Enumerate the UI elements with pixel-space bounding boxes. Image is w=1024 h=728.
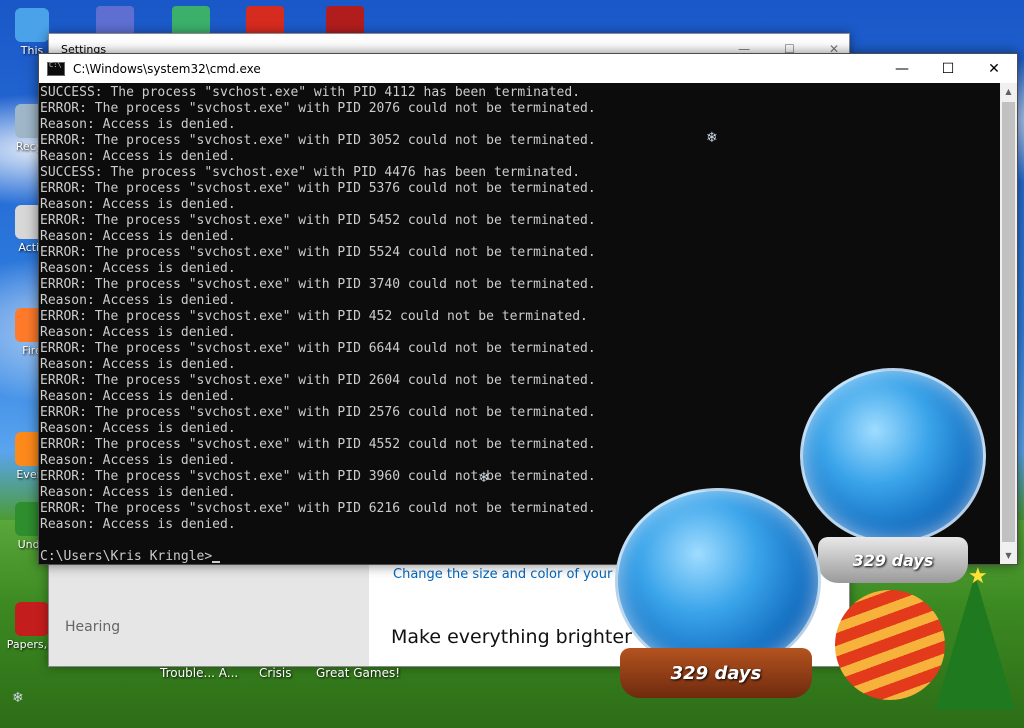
snow-globe-left-counter: 329 days [620, 648, 812, 698]
console-line: ERROR: The process "svchost.exe" with PI… [40, 133, 596, 148]
snow-globe-right[interactable] [800, 368, 986, 544]
console-line: ERROR: The process "svchost.exe" with PI… [40, 101, 596, 116]
game-icon-2[interactable] [172, 6, 210, 36]
scroll-down-icon[interactable]: ▼ [1000, 547, 1017, 564]
console-line: Reason: Access is denied. [40, 117, 236, 132]
console-line: SUCCESS: The process "svchost.exe" with … [40, 165, 581, 180]
console-line: Reason: Access is denied. [40, 325, 236, 340]
snowflake-icon: ❄ [12, 690, 24, 706]
console-line: ERROR: The process "svchost.exe" with PI… [40, 181, 596, 196]
santa-icon[interactable] [326, 6, 364, 36]
console-line: Reason: Access is denied. [40, 293, 236, 308]
desktop-label-great-games[interactable]: Great Games! [316, 666, 400, 680]
make-brighter-heading: Make everything brighter [391, 626, 632, 648]
snowflake-icon: ❄ [706, 130, 718, 146]
console-line: Reason: Access is denied. [40, 229, 236, 244]
scrollbar-thumb[interactable] [1002, 102, 1015, 542]
text-cursor [212, 561, 221, 563]
snow-globe-left[interactable] [615, 488, 821, 674]
desktop-label-crisis[interactable]: Crisis [259, 666, 291, 680]
scroll-up-icon[interactable]: ▲ [1000, 83, 1017, 100]
console-line: ERROR: The process "svchost.exe" with PI… [40, 277, 596, 292]
close-button[interactable]: ✕ [971, 54, 1017, 83]
maximize-button[interactable]: ☐ [925, 54, 971, 83]
console-line: ERROR: The process "svchost.exe" with PI… [40, 245, 596, 260]
star-icon: ★ [968, 564, 988, 589]
console-line: Reason: Access is denied. [40, 149, 236, 164]
candy-decoration [835, 590, 945, 700]
christmas-tree-icon [935, 575, 1015, 710]
vertical-scrollbar[interactable]: ▲ ▼ [1000, 83, 1017, 564]
console-line: Reason: Access is denied. [40, 261, 236, 276]
console-line: SUCCESS: The process "svchost.exe" with … [40, 85, 581, 100]
cmd-app-icon [47, 61, 65, 76]
app-icon [15, 602, 49, 636]
sidebar-section-hearing: Hearing [65, 619, 121, 635]
console-line: ERROR: The process "svchost.exe" with PI… [40, 213, 596, 228]
console-line: Reason: Access is denied. [40, 197, 236, 212]
console-line: ERROR: The process "svchost.exe" with PI… [40, 309, 588, 324]
cmd-titlebar[interactable]: C:\Windows\system32\cmd.exe — ☐ ✕ [39, 54, 1017, 83]
cmd-title: C:\Windows\system32\cmd.exe [73, 61, 261, 76]
console-line: ERROR: The process "svchost.exe" with PI… [40, 341, 596, 356]
console-line: Reason: Access is denied. [40, 357, 236, 372]
game-icon-1[interactable] [96, 6, 134, 36]
desktop-label-trouble[interactable]: Trouble... A... [160, 666, 238, 680]
minimize-button[interactable]: — [879, 54, 925, 83]
mcdonalds-icon[interactable] [246, 6, 284, 36]
snowflake-icon: ❄ [478, 470, 490, 486]
change-cursor-link[interactable]: Change the size and color of your cu [393, 567, 632, 582]
app-icon [15, 8, 49, 42]
